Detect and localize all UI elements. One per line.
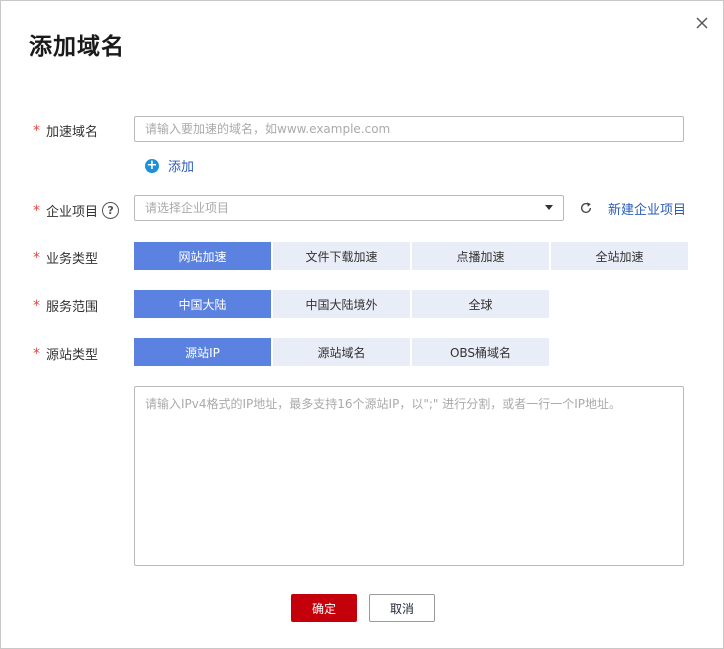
required-mark: *: [33, 122, 40, 139]
add-domain-button[interactable]: + 添加: [145, 156, 194, 175]
plus-circle-icon: +: [145, 157, 159, 173]
help-icon[interactable]: ?: [102, 202, 120, 219]
service-scope-label-text: 服务范围: [46, 300, 99, 315]
business-type-option[interactable]: 文件下载加速: [273, 242, 410, 270]
domain-input-placeholder: 请输入要加速的域名，如www.example.com: [145, 122, 391, 136]
origin-type-label-text: 源站类型: [46, 348, 99, 363]
domain-input[interactable]: 请输入要加速的域名，如www.example.com: [134, 116, 684, 142]
close-icon[interactable]: [694, 15, 710, 31]
business-type-option[interactable]: 网站加速: [134, 242, 271, 270]
service-scope-selector: 中国大陆 中国大陆境外 全球: [134, 290, 549, 318]
origin-type-option[interactable]: 源站IP: [134, 338, 271, 366]
service-scope-label: * 服务范围: [33, 296, 99, 316]
add-domain-label: 添加: [168, 160, 195, 175]
dropdown-arrow-icon: [545, 205, 553, 210]
required-mark: *: [33, 249, 40, 266]
new-project-link[interactable]: 新建企业项目: [608, 199, 686, 218]
confirm-button[interactable]: 确定: [291, 594, 357, 622]
business-type-label-text: 业务类型: [46, 252, 99, 267]
origin-type-selector: 源站IP 源站域名 OBS桶域名: [134, 338, 549, 366]
dialog-title: 添加域名: [29, 34, 125, 60]
business-type-option[interactable]: 全站加速: [551, 242, 688, 270]
project-select[interactable]: 请选择企业项目: [134, 195, 564, 221]
refresh-icon[interactable]: [579, 201, 593, 215]
origin-type-option[interactable]: OBS桶域名: [412, 338, 549, 366]
required-mark: *: [33, 297, 40, 314]
business-type-label: * 业务类型: [33, 248, 99, 268]
origin-ip-textarea[interactable]: 请输入IPv4格式的IP地址，最多支持16个源站IP，以";" 进行分割，或者一…: [134, 386, 684, 566]
business-type-option[interactable]: 点播加速: [412, 242, 549, 270]
add-domain-dialog: 添加域名 * 加速域名 请输入要加速的域名，如www.example.com +…: [0, 0, 724, 649]
cancel-button[interactable]: 取消: [369, 594, 435, 622]
service-scope-option[interactable]: 全球: [412, 290, 549, 318]
service-scope-option[interactable]: 中国大陆: [134, 290, 271, 318]
service-scope-option[interactable]: 中国大陆境外: [273, 290, 410, 318]
origin-ip-placeholder: 请输入IPv4格式的IP地址，最多支持16个源站IP，以";" 进行分割，或者一…: [145, 397, 622, 411]
domain-label: * 加速域名: [33, 121, 99, 141]
domain-label-text: 加速域名: [46, 125, 99, 140]
project-label-text: 企业项目: [46, 205, 99, 220]
business-type-selector: 网站加速 文件下载加速 点播加速 全站加速: [134, 242, 688, 270]
required-mark: *: [33, 345, 40, 362]
project-label: * 企业项目 ?: [33, 201, 120, 220]
origin-type-option[interactable]: 源站域名: [273, 338, 410, 366]
origin-type-label: * 源站类型: [33, 344, 99, 364]
project-select-placeholder: 请选择企业项目: [145, 201, 230, 215]
required-mark: *: [33, 202, 40, 219]
